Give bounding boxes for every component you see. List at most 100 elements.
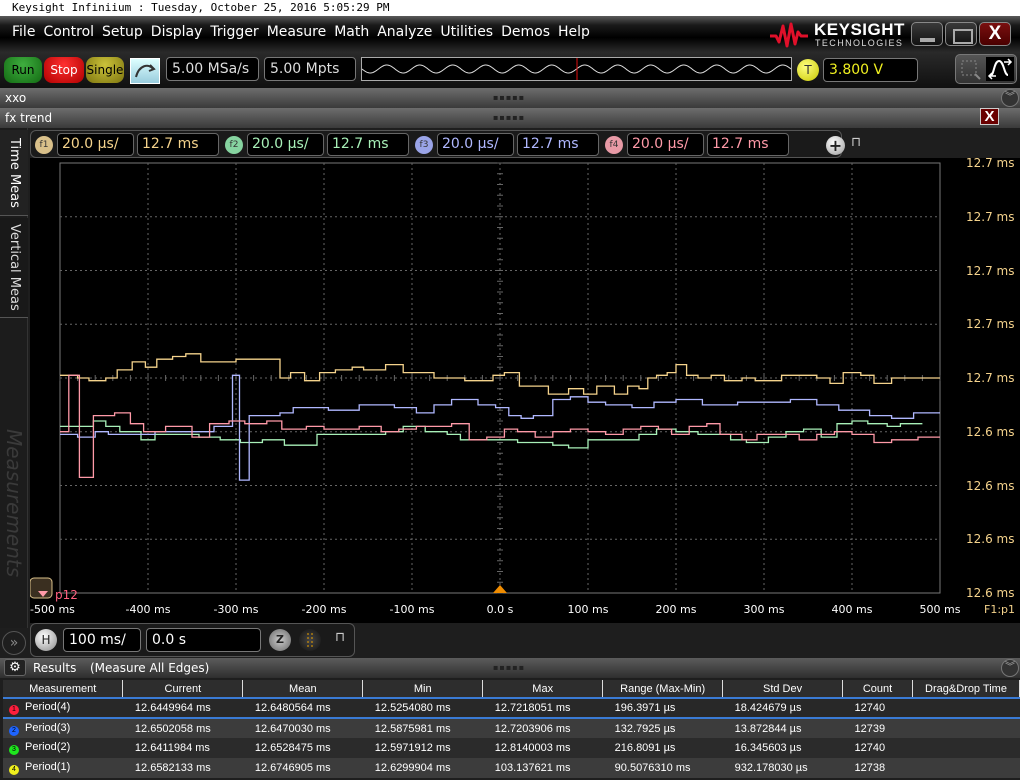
zoom-box-icon[interactable]: [960, 59, 982, 81]
settings-gear-icon[interactable]: ⚙: [4, 659, 26, 676]
results-row[interactable]: 1 Period(4) 12.6449964 ms 12.6480564 ms 12.5…: [3, 697, 1020, 719]
tab-time-meas[interactable]: Time Meas: [0, 130, 28, 216]
function-offset-field[interactable]: 12.7 ms: [517, 133, 599, 156]
fx-trend-panel-bar: fx trend ▪▪▪▪▪: [0, 108, 1020, 128]
horizontal-position-field[interactable]: 0.0 s: [146, 628, 261, 652]
cell-current: 12.6449964 ms: [122, 697, 243, 719]
pin-icon[interactable]: ⊓: [851, 135, 861, 150]
trigger-time-marker[interactable]: [493, 585, 507, 593]
close-panel-button[interactable]: X: [980, 108, 999, 125]
cell-std: 932.178030 µs: [722, 758, 843, 778]
column-header[interactable]: Current: [122, 680, 244, 699]
resize-grip[interactable]: ▪▪▪▪▪: [493, 658, 525, 678]
column-header[interactable]: Measurement: [3, 680, 124, 699]
autoscale-button[interactable]: [130, 58, 160, 84]
waveform-overview[interactable]: [361, 57, 792, 81]
function-scale-field[interactable]: 20.0 µs/: [627, 133, 704, 156]
resize-grip[interactable]: ▪▪▪▪▪: [493, 108, 525, 128]
cell-min: 12.5254080 ms: [362, 697, 483, 719]
cell-count: 12740: [842, 697, 913, 719]
waveform-mode-button[interactable]: [986, 57, 1014, 81]
cell-mean: 12.6528475 ms: [242, 738, 363, 758]
cell-max: 12.7203906 ms: [482, 718, 603, 738]
tab-vertical-meas[interactable]: Vertical Meas: [0, 218, 28, 318]
trend-plot[interactable]: p12: [30, 158, 1020, 623]
function-badge-f3[interactable]: f3: [415, 136, 433, 154]
cell-min: 12.5875981 ms: [362, 718, 483, 738]
y-tick-label: 12.6 ms: [966, 478, 1015, 493]
cell-drag: [912, 738, 1020, 758]
x-tick-label: -100 ms: [389, 603, 435, 616]
function-scale-field[interactable]: 20.0 µs/: [57, 133, 134, 156]
pin-icon[interactable]: ⊓: [335, 630, 345, 645]
sample-rate-field[interactable]: 5.00 MSa/s: [166, 57, 259, 81]
function-offset-field[interactable]: 12.7 ms: [327, 133, 409, 156]
trigger-level-field[interactable]: 3.800 V: [823, 58, 918, 82]
function-badge-f1[interactable]: f1: [35, 136, 53, 154]
menu-item-analyze[interactable]: Analyze: [377, 24, 432, 40]
menu-item-measure[interactable]: Measure: [267, 24, 327, 40]
gating-button[interactable]: [299, 629, 321, 651]
single-button[interactable]: Single: [86, 57, 124, 83]
cell-mean: 12.6480564 ms: [242, 697, 363, 719]
stop-button[interactable]: Stop: [44, 57, 84, 83]
cell-std: 16.345603 µs: [722, 738, 843, 758]
menu-item-setup[interactable]: Setup: [102, 24, 143, 40]
x-tick-label: -400 ms: [125, 603, 171, 616]
memory-depth-field[interactable]: 5.00 Mpts: [264, 57, 356, 81]
menu-item-display[interactable]: Display: [151, 24, 203, 40]
collapse-chevron-icon[interactable]: ︾: [1001, 89, 1019, 107]
x-tick-label: -500 ms: [30, 603, 75, 616]
x-tick-label: 200 ms: [655, 603, 697, 616]
cell-mean: 12.6746905 ms: [242, 758, 363, 778]
add-function-button[interactable]: +: [826, 136, 845, 155]
measurement-index-dot-icon: 3: [9, 745, 19, 755]
collapse-chevron-icon[interactable]: ︾: [1001, 659, 1019, 677]
maximize-button[interactable]: [945, 22, 977, 46]
function-offset-field[interactable]: 12.7 ms: [137, 133, 219, 156]
close-window-button[interactable]: X: [979, 22, 1011, 46]
cell-drag: [912, 697, 1020, 719]
horizontal-scale-field[interactable]: 100 ms/: [63, 628, 141, 652]
menu-item-file[interactable]: File: [12, 24, 35, 40]
menu-item-trigger[interactable]: Trigger: [210, 24, 258, 40]
zoom-magnifier-button[interactable]: Z: [269, 629, 291, 651]
brand-subtitle: TECHNOLOGIES: [815, 38, 904, 48]
results-row[interactable]: 3 Period(2) 12.6411984 ms 12.6528475 ms 12.5…: [3, 738, 1020, 758]
function-bar: + ⊓ f1 20.0 µs/12.7 ms f2 20.0 µs/12.7 ms f3…: [30, 130, 861, 158]
menu-item-demos[interactable]: Demos: [501, 24, 550, 40]
column-header[interactable]: Mean: [242, 680, 364, 699]
cell-count: 12740: [842, 738, 913, 758]
expand-sidebar-button[interactable]: »: [2, 631, 26, 655]
function-offset-field[interactable]: 12.7 ms: [707, 133, 789, 156]
function-scale-field[interactable]: 20.0 µs/: [437, 133, 514, 156]
menu-item-control[interactable]: Control: [43, 24, 94, 40]
trigger-badge[interactable]: T: [797, 59, 819, 81]
column-header[interactable]: Std Dev: [722, 680, 844, 699]
plot-source-label: F1:p1: [984, 603, 1016, 616]
menu-item-help[interactable]: Help: [558, 24, 590, 40]
menu-item-math[interactable]: Math: [334, 24, 369, 40]
function-marker-badge[interactable]: [30, 577, 53, 599]
column-header[interactable]: Drag&Drop Time: [912, 680, 1020, 699]
cell-drag: [912, 718, 1020, 738]
resize-grip[interactable]: ▪▪▪▪▪: [493, 88, 525, 108]
function-scale-field[interactable]: 20.0 µs/: [247, 133, 324, 156]
column-header[interactable]: Max: [482, 680, 604, 699]
horizontal-badge[interactable]: H: [35, 629, 57, 651]
column-header[interactable]: Count: [842, 680, 913, 699]
menu-item-utilities[interactable]: Utilities: [440, 24, 493, 40]
function-badge-f4[interactable]: f4: [605, 136, 623, 154]
fx-trend-panel-title: fx trend: [5, 111, 53, 125]
column-header[interactable]: Range (Max-Min): [602, 680, 724, 699]
column-header[interactable]: Min: [362, 680, 484, 699]
measurement-index-dot-icon: 2: [9, 725, 19, 736]
results-row[interactable]: 2 Period(3) 12.6502058 ms 12.6470030 ms 12.5…: [3, 718, 1020, 738]
measurement-name: Period(4): [25, 701, 71, 713]
function-badge-f2[interactable]: f2: [225, 136, 243, 154]
cell-drag: [912, 758, 1020, 778]
results-row[interactable]: 4 Period(1) 12.6582133 ms 12.6746905 ms 12.6…: [3, 758, 1020, 778]
run-button[interactable]: Run: [4, 57, 42, 83]
mode-toggle[interactable]: [955, 54, 1017, 84]
minimize-button[interactable]: [911, 22, 943, 46]
